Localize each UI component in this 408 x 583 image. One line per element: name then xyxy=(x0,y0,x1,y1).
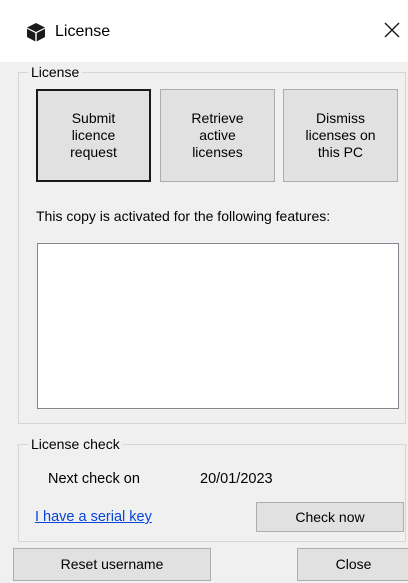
next-check-label: Next check on xyxy=(48,471,140,487)
license-check-group-legend: License check xyxy=(28,436,123,452)
features-label: This copy is activated for the following… xyxy=(36,208,331,224)
cube-icon xyxy=(27,23,45,42)
close-button[interactable]: Close xyxy=(297,548,408,581)
next-check-date: 20/01/2023 xyxy=(200,471,273,487)
submit-licence-request-button[interactable]: Submit licence request xyxy=(36,89,151,182)
close-icon[interactable] xyxy=(380,18,404,42)
license-group-legend: License xyxy=(28,64,83,80)
retrieve-active-licenses-button[interactable]: Retrieve active licenses xyxy=(160,89,275,182)
window-title: License xyxy=(55,23,111,40)
license-window: License License Submit licence request R… xyxy=(0,0,408,583)
title-bar: License xyxy=(0,0,408,62)
features-listbox[interactable] xyxy=(37,243,399,409)
check-now-button[interactable]: Check now xyxy=(256,502,404,532)
serial-key-link[interactable]: I have a serial key xyxy=(35,508,152,526)
dismiss-licenses-button[interactable]: Dismiss licenses on this PC xyxy=(283,89,398,182)
reset-username-button[interactable]: Reset username xyxy=(13,548,211,581)
